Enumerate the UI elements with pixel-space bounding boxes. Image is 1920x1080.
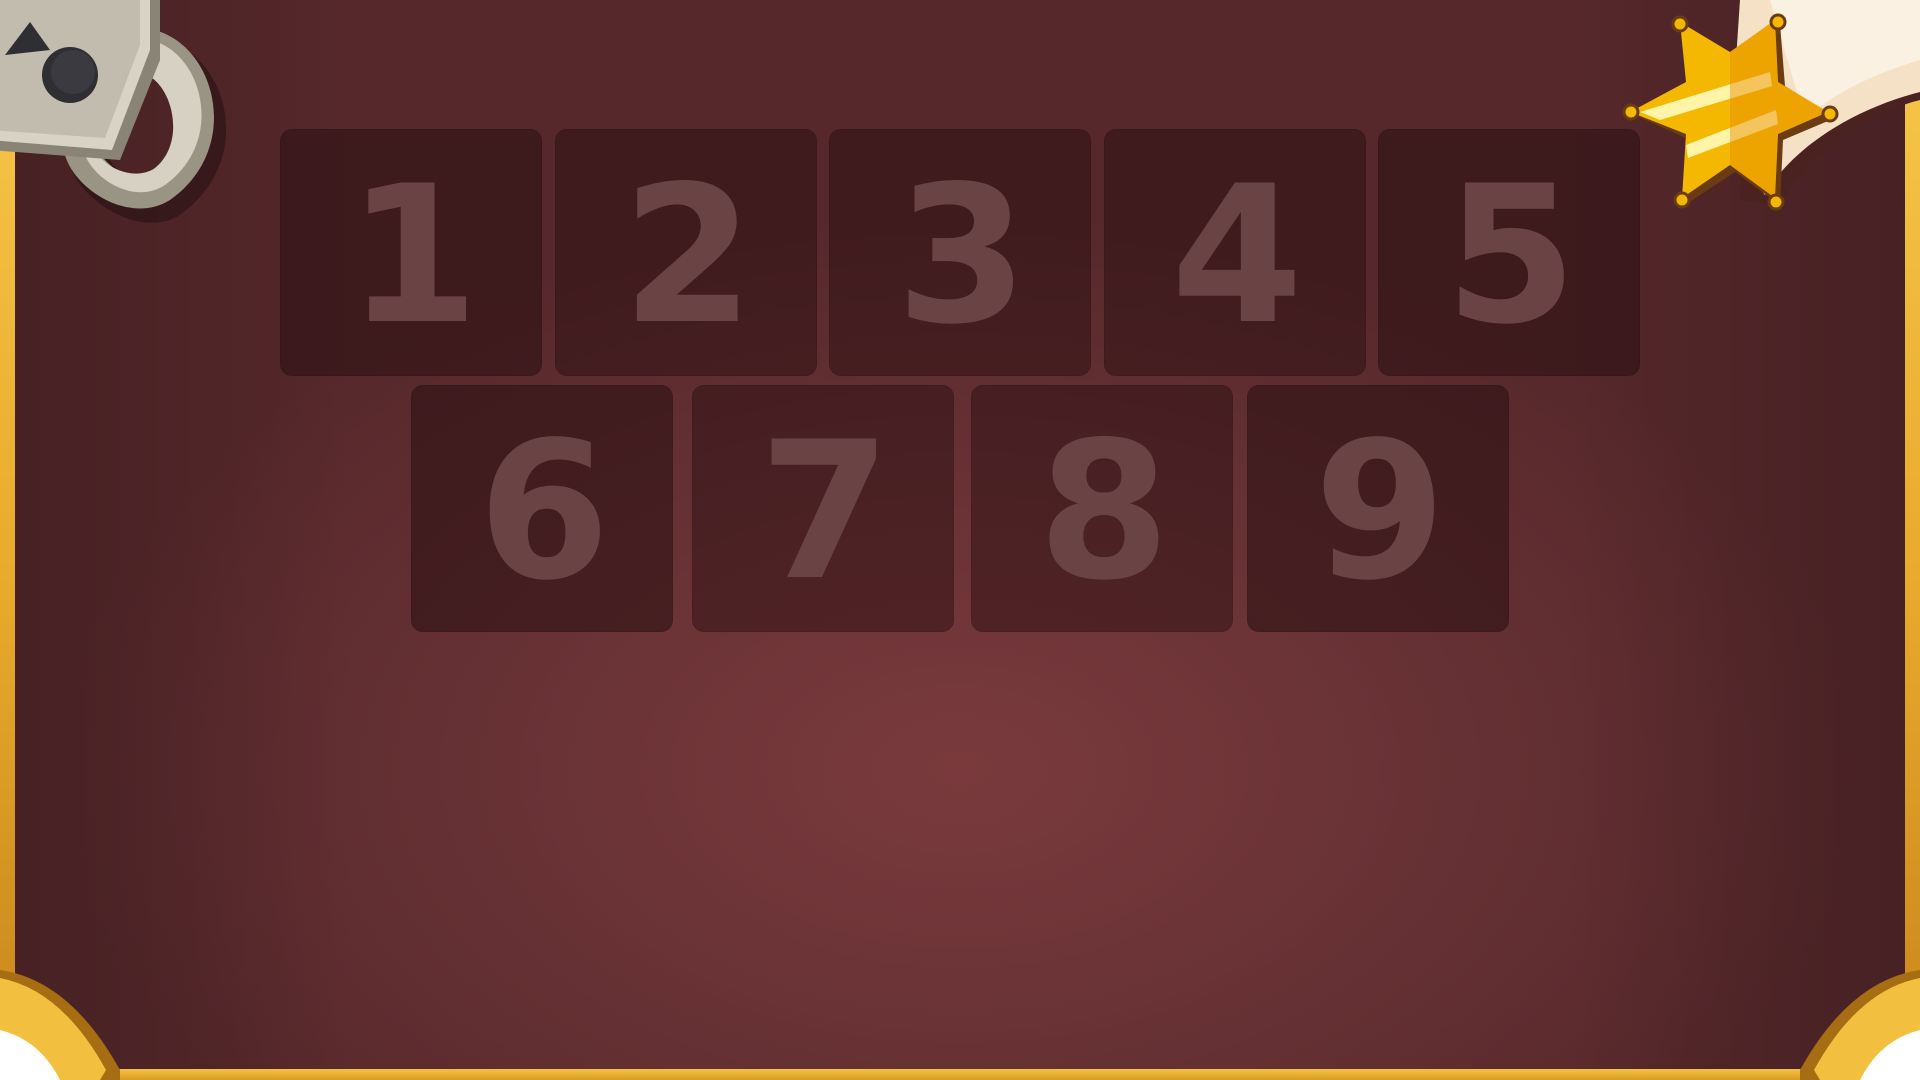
level-number: 8 [1037, 400, 1170, 622]
level-number: 2 [621, 144, 754, 366]
level-number: 9 [1313, 400, 1446, 622]
level-number: 5 [1444, 144, 1577, 366]
level-number: 4 [1170, 144, 1303, 366]
level-tile-1[interactable]: 1 [280, 129, 542, 376]
sheriff-star-badge-icon [1622, 0, 1920, 211]
level-tile-2[interactable]: 2 [555, 129, 817, 376]
level-tile-6[interactable]: 6 [411, 385, 673, 632]
level-select-screen: 1 2 3 4 5 6 7 8 9 [0, 0, 1920, 1080]
padlock-icon [0, 0, 227, 223]
level-tile-7[interactable]: 7 [692, 385, 954, 632]
level-tile-4[interactable]: 4 [1104, 129, 1366, 376]
gold-corner-right [1800, 970, 1920, 1080]
gold-bottom-rail [0, 1069, 1920, 1080]
level-number: 1 [346, 144, 479, 366]
level-number: 6 [477, 400, 610, 622]
gold-corner-left [0, 970, 120, 1080]
level-tile-3[interactable]: 3 [829, 129, 1091, 376]
level-number: 3 [895, 144, 1028, 366]
level-tile-8[interactable]: 8 [971, 385, 1233, 632]
level-number: 7 [758, 400, 891, 622]
level-tile-9[interactable]: 9 [1247, 385, 1509, 632]
